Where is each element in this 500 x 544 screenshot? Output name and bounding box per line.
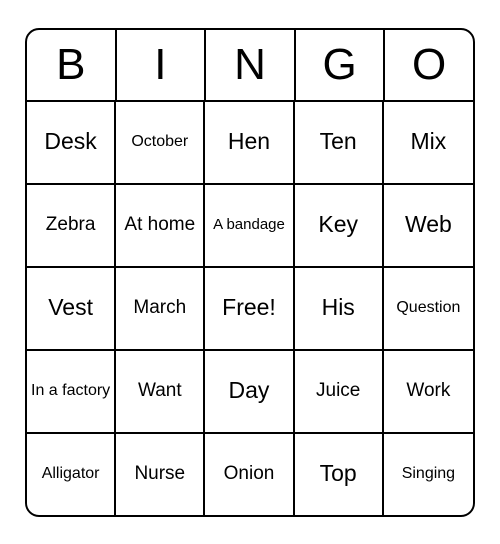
bingo-cell[interactable]: At home	[116, 183, 205, 266]
header-n: N	[206, 30, 296, 100]
bingo-cell[interactable]: Nurse	[116, 432, 205, 515]
bingo-cell[interactable]: March	[116, 266, 205, 349]
bingo-cell[interactable]: A bandage	[205, 183, 294, 266]
bingo-cell[interactable]: In a factory	[27, 349, 116, 432]
bingo-cell[interactable]: October	[116, 100, 205, 183]
bingo-card: B I N G O DeskOctoberHenTenMix ZebraAt ho…	[25, 28, 475, 517]
bingo-header-row: B I N G O	[27, 30, 473, 100]
bingo-cell[interactable]: Day	[205, 349, 294, 432]
bingo-cell[interactable]: Free!	[205, 266, 294, 349]
bingo-cell[interactable]: Want	[116, 349, 205, 432]
header-i: I	[117, 30, 207, 100]
bingo-cell[interactable]: Hen	[205, 100, 294, 183]
header-g: G	[296, 30, 386, 100]
bingo-cell[interactable]: Onion	[205, 432, 294, 515]
bingo-cell[interactable]: Vest	[27, 266, 116, 349]
bingo-cell[interactable]: Singing	[384, 432, 473, 515]
bingo-cell[interactable]: Juice	[295, 349, 384, 432]
bingo-cell[interactable]: Key	[295, 183, 384, 266]
bingo-cell[interactable]: Zebra	[27, 183, 116, 266]
bingo-grid: DeskOctoberHenTenMix ZebraAt homeA bandag…	[27, 100, 473, 515]
bingo-cell[interactable]: Alligator	[27, 432, 116, 515]
bingo-cell[interactable]: His	[295, 266, 384, 349]
bingo-cell[interactable]: Top	[295, 432, 384, 515]
header-b: B	[27, 30, 117, 100]
bingo-cell[interactable]: Question	[384, 266, 473, 349]
bingo-cell[interactable]: Desk	[27, 100, 116, 183]
bingo-cell[interactable]: Mix	[384, 100, 473, 183]
bingo-cell[interactable]: Work	[384, 349, 473, 432]
header-o: O	[385, 30, 473, 100]
bingo-cell[interactable]: Web	[384, 183, 473, 266]
bingo-cell[interactable]: Ten	[295, 100, 384, 183]
